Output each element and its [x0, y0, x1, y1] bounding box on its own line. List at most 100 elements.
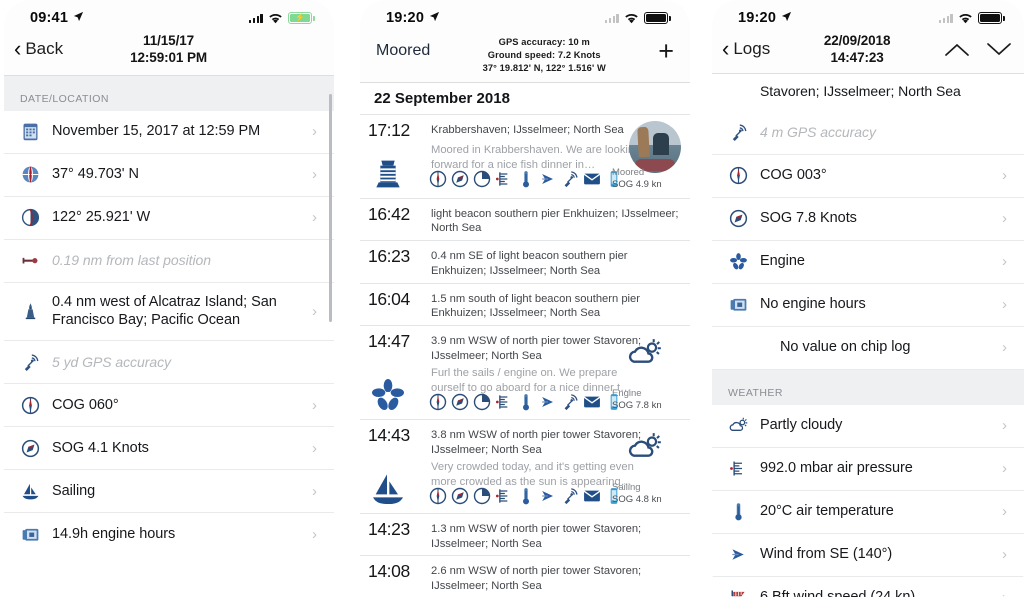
cog-dial-icon[interactable] [428, 486, 448, 506]
list-item[interactable]: 20°C air temperature › [712, 490, 1024, 534]
log-entry-photo-thumbnail[interactable] [629, 120, 681, 173]
log-entry-location: 1.5 nm south of light beacon southern pi… [431, 292, 640, 320]
gps-antenna-icon[interactable] [560, 392, 580, 412]
cloudiness-icon[interactable] [472, 392, 492, 412]
log-entry-sog: SOG 4.8 kn [612, 493, 662, 505]
list-item[interactable]: 992.0 mbar air pressure › [712, 447, 1024, 491]
chevron-up-icon[interactable] [944, 42, 970, 57]
log-entry[interactable]: 16:23 0.4 nm SE of light beacon southern … [360, 241, 690, 284]
gps-antenna-icon[interactable] [560, 486, 580, 506]
sog-compass-icon[interactable] [450, 169, 470, 189]
cog-dial-icon [726, 165, 750, 187]
weather-detail-list: Stavoren; IJsselmeer; North Sea 4 m GPS … [712, 73, 1024, 597]
back-button-label: Back [25, 39, 64, 59]
thermometer-icon[interactable] [516, 392, 536, 412]
cog-dial-icon[interactable] [428, 392, 448, 412]
log-entry-status: Sailing [612, 482, 641, 494]
cellular-bars-icon [604, 13, 619, 23]
list-item[interactable]: Engine › [712, 240, 1024, 284]
barometer-icon[interactable] [494, 392, 514, 412]
chevron-right-icon: › [312, 302, 317, 320]
page-title: 22/09/2018 14:47:23 [824, 32, 891, 67]
list-item[interactable]: SOG 7.8 Knots › [712, 197, 1024, 241]
position-text: 37° 19.812' N, 122° 1.516' W [482, 63, 606, 74]
log-entry[interactable]: 14:08 2.6 nm WSW of north pier tower Stav… [360, 556, 690, 597]
list-item[interactable]: 37° 49.703' N › [4, 153, 334, 197]
sog-compass-icon [726, 208, 750, 230]
list-item[interactable]: 0.4 nm west of Alcatraz Island; San Fran… [4, 282, 334, 342]
barometer-icon [726, 458, 750, 480]
wind-arrow-icon[interactable] [538, 169, 558, 189]
back-button[interactable]: ‹ Logs [722, 38, 770, 60]
list-item[interactable]: No engine hours › [712, 283, 1024, 327]
list-item[interactable]: SOG 4.1 Knots › [4, 427, 334, 471]
back-button[interactable]: ‹ Back [14, 38, 63, 60]
gps-antenna-icon[interactable] [560, 169, 580, 189]
sog-compass-icon [18, 437, 42, 459]
list-item-label: 0.19 nm from last position [52, 252, 211, 269]
wind-arrow-icon[interactable] [538, 486, 558, 506]
list-item[interactable]: November 15, 2017 at 12:59 PM › [4, 110, 334, 154]
distance-icon [18, 250, 42, 272]
chevron-right-icon: › [1002, 167, 1007, 185]
windsock-icon [726, 587, 750, 597]
list-item-label: No engine hours [760, 296, 866, 313]
cloudiness-icon[interactable] [472, 169, 492, 189]
list-item[interactable]: Sailing › [4, 470, 334, 514]
chevron-right-icon: › [1002, 503, 1007, 521]
log-entry[interactable]: 16:04 1.5 nm south of light beacon southe… [360, 283, 690, 327]
cloudiness-icon[interactable] [472, 486, 492, 506]
scrollbar[interactable] [328, 93, 332, 322]
log-entry[interactable]: 14:47 3.9 nm WSW of north pier tower Stav… [360, 326, 690, 421]
list-item[interactable]: 6 Bft wind speed (24 kn) › [712, 576, 1024, 597]
battery-full-icon [644, 12, 671, 24]
list-item[interactable]: COG 060° › [4, 384, 334, 428]
status-time: 19:20 [738, 10, 777, 26]
list-item[interactable]: No value on chip log › [712, 326, 1024, 370]
chevron-right-icon: › [1002, 589, 1012, 597]
wind-arrow-icon[interactable] [538, 392, 558, 412]
list-item[interactable]: 122° 25.921' W › [4, 196, 334, 240]
day-header: 22 September 2018 [360, 82, 690, 115]
log-entry[interactable]: 14:23 1.3 nm WSW of north pier tower Stav… [360, 513, 690, 557]
wifi-icon [268, 13, 283, 24]
partial-location-text: Stavoren; IJsselmeer; North Sea [760, 83, 961, 100]
vessel-status-label[interactable]: Moored [376, 30, 430, 60]
list-item[interactable]: Wind from SE (140°) › [712, 533, 1024, 577]
envelope-icon[interactable] [582, 486, 602, 506]
add-entry-button[interactable]: + [658, 30, 674, 65]
gps-antenna-icon [18, 351, 42, 373]
barometer-icon[interactable] [494, 169, 514, 189]
thermometer-icon[interactable] [516, 169, 536, 189]
thermometer-icon[interactable] [516, 486, 536, 506]
sog-compass-icon[interactable] [450, 486, 470, 506]
log-entry-time: 16:23 [368, 246, 410, 267]
log-entry-time: 14:08 [368, 561, 410, 582]
barometer-icon[interactable] [494, 486, 514, 506]
chevron-down-icon[interactable] [986, 42, 1012, 57]
battery-full-icon [978, 12, 1005, 24]
list-item[interactable]: 14.9h engine hours › [4, 513, 334, 548]
section-header-weather: WEATHER [712, 369, 1024, 405]
log-entry[interactable]: 17:12 Krabbershaven; IJsselmeer; North Se… [360, 114, 690, 199]
envelope-icon[interactable] [582, 169, 602, 189]
list-item[interactable]: Partly cloudy › [712, 404, 1024, 448]
envelope-icon[interactable] [582, 392, 602, 412]
wifi-icon [958, 13, 973, 24]
log-entry-meta: Moored SOG 4.9 kn [612, 167, 682, 191]
status-time: 19:20 [386, 10, 425, 26]
list-item-label: Partly cloudy [760, 417, 843, 434]
cog-dial-icon[interactable] [428, 169, 448, 189]
detail-list: DATE/LOCATION November 15, 2017 at 12:59… [4, 75, 334, 548]
log-entry[interactable]: 14:43 3.8 nm WSW of north pier tower Stav… [360, 420, 690, 514]
title-date: 11/15/17 [143, 33, 195, 48]
sog-compass-icon[interactable] [450, 392, 470, 412]
list-item[interactable]: COG 003° › [712, 154, 1024, 198]
navigation-bar: Moored GPS accuracy: 10 m Ground speed: … [360, 30, 690, 82]
sailboat-icon [368, 469, 420, 509]
partial-location-row[interactable]: Stavoren; IJsselmeer; North Sea [712, 73, 1024, 112]
phone-panel-logbook-list: 19:20 Moored GPS accuracy: 10 m Ground s… [360, 0, 690, 597]
list-item-label: 122° 25.921' W [52, 209, 151, 226]
log-entry[interactable]: 16:42 light beacon southern pier Enkhuize… [360, 198, 690, 242]
log-entry-location: light beacon southern pier Enkhuizen; IJ… [431, 207, 679, 235]
